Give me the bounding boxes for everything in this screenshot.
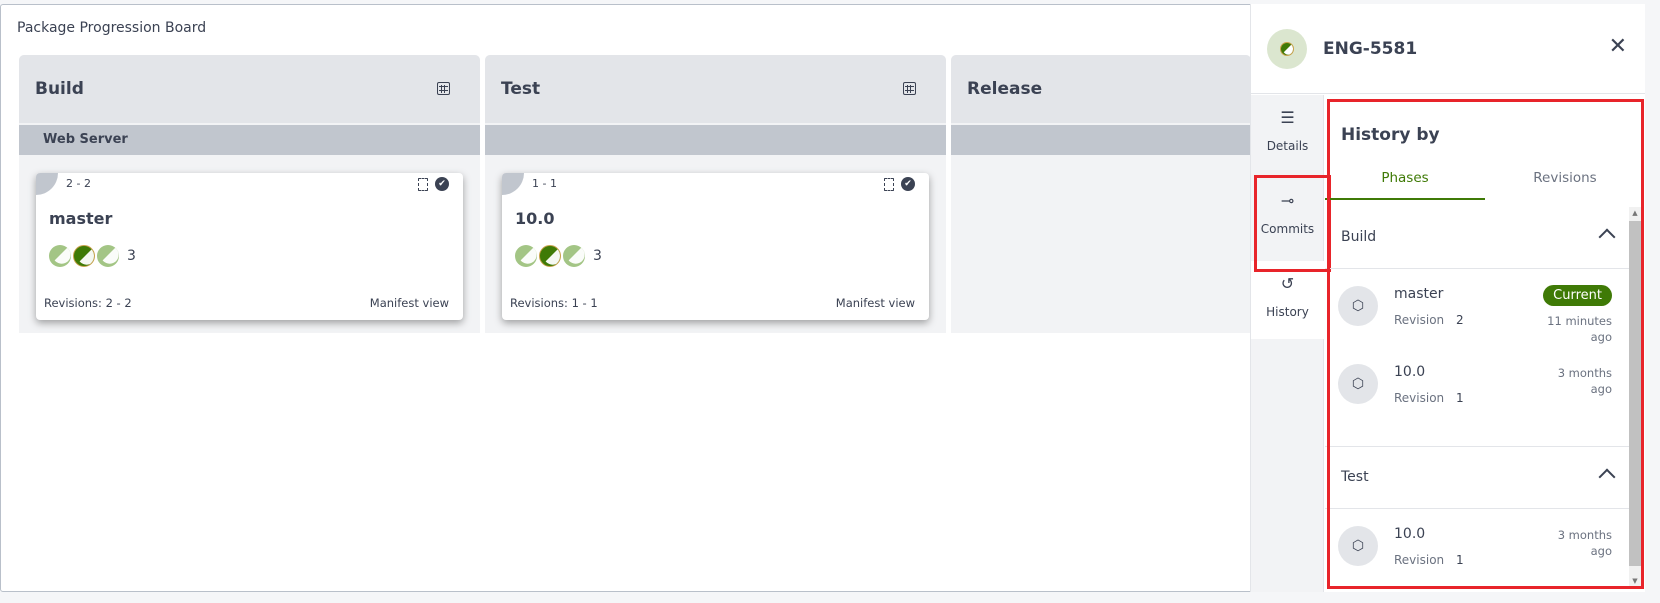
table-view-icon[interactable] (437, 82, 450, 95)
column-test: Test 1 - 1 ✔ 10.0 3 Revisions: 1 - 1 Man… (485, 55, 946, 333)
history-content: History by Phases Revisions Build ⬡ mast… (1325, 95, 1646, 592)
nav-label: Commits (1260, 222, 1315, 236)
history-icon: ↺ (1280, 274, 1295, 293)
nav-item-details[interactable]: ☰ Details (1251, 95, 1324, 173)
panel-header: ENG-5581 ✕ (1251, 4, 1645, 94)
column-header: Build (19, 55, 480, 123)
phase-divider (1325, 425, 1629, 447)
chevron-up-icon[interactable] (1598, 468, 1616, 486)
avatar-count: 3 (593, 248, 602, 264)
scroll-up-arrow-icon[interactable]: ▲ (1629, 207, 1641, 219)
column-build: Build Web Server 2 - 2 ✔ master 3 Revisi… (19, 55, 480, 333)
group-bar (951, 125, 1251, 155)
history-time: 11 minutes (1547, 314, 1612, 328)
card-revisions: Revisions: 2 - 2 (44, 296, 132, 310)
phase-name: Test (1341, 469, 1369, 485)
avatar-count: 3 (127, 248, 136, 264)
revision-number: 1 (1456, 553, 1464, 567)
phase-header-build[interactable]: Build (1325, 207, 1629, 269)
avatar (73, 245, 95, 267)
package-icon: ⬡ (1338, 526, 1378, 566)
revision-label: Revision (1394, 313, 1445, 327)
card-revisions: Revisions: 1 - 1 (510, 296, 598, 310)
avatar-group: 3 (515, 245, 602, 267)
revision-label: Revision (1394, 553, 1445, 567)
history-item-name: master (1394, 286, 1444, 302)
history-time-suffix: ago (1590, 382, 1612, 396)
document-icon[interactable] (884, 178, 894, 191)
chevron-up-icon[interactable] (1598, 228, 1616, 246)
detail-panel: ENG-5581 ✕ ☰ Details ⊸ Commits ↺ History… (1250, 4, 1645, 592)
tab-revisions[interactable]: Revisions (1485, 165, 1645, 200)
document-icon[interactable] (418, 178, 428, 191)
history-tabs: Phases Revisions (1325, 165, 1635, 200)
column-header: Test (485, 55, 946, 123)
check-circle-icon: ✔ (435, 177, 449, 191)
column-header: Release (951, 55, 1251, 123)
phase-name: Build (1341, 229, 1377, 245)
history-time: 3 months (1557, 366, 1612, 380)
nav-label: Details (1266, 139, 1309, 153)
group-label: Web Server (43, 132, 128, 147)
column-release: Release (951, 55, 1251, 333)
revision-number: 2 (1456, 313, 1464, 327)
board-title: Package Progression Board (17, 20, 207, 36)
history-scrollbar[interactable]: ▲ ▼ (1629, 207, 1641, 587)
manifest-view-link[interactable]: Manifest view (370, 296, 449, 310)
tab-phases[interactable]: Phases (1325, 165, 1485, 200)
card-name: 10.0 (515, 209, 555, 228)
history-item-name: 10.0 (1394, 364, 1426, 380)
history-item[interactable]: ⬡ 10.0 Revision 1 3 months ago (1325, 347, 1629, 425)
history-item-name: 10.0 (1394, 526, 1426, 542)
package-card[interactable]: 1 - 1 ✔ 10.0 3 Revisions: 1 - 1 Manifest… (502, 173, 929, 320)
package-icon: ⬡ (1338, 286, 1378, 326)
history-time-suffix: ago (1590, 544, 1612, 558)
history-time: 3 months (1557, 528, 1612, 542)
phase-header-test[interactable]: Test (1325, 447, 1629, 509)
nav-label: History (1266, 305, 1309, 319)
column-title: Test (501, 79, 541, 99)
history-item[interactable]: ⬡ master Revision 2 Current 11 minutes a… (1325, 269, 1629, 347)
history-title: History by (1341, 125, 1440, 145)
nav-item-commits[interactable]: ⊸ Commits (1251, 178, 1324, 256)
manifest-view-link[interactable]: Manifest view (836, 296, 915, 310)
package-avatar (1267, 29, 1307, 69)
check-circle-icon: ✔ (901, 177, 915, 191)
package-icon: ⬡ (1338, 364, 1378, 404)
package-card[interactable]: 2 - 2 ✔ master 3 Revisions: 2 - 2 Manife… (36, 173, 463, 320)
card-name: master (49, 209, 113, 228)
package-status-icon (1280, 42, 1294, 56)
avatar (49, 245, 71, 267)
panel-title: ENG-5581 (1323, 39, 1418, 59)
nav-item-history[interactable]: ↺ History (1251, 261, 1324, 339)
table-view-icon[interactable] (903, 82, 916, 95)
revision-label: Revision (1394, 391, 1445, 405)
card-corner-marker (502, 173, 524, 195)
scroll-thumb[interactable] (1629, 221, 1641, 566)
avatar (97, 245, 119, 267)
history-item[interactable]: ⬡ 10.0 Revision 1 3 months ago (1325, 509, 1629, 587)
revision-number: 1 (1456, 391, 1464, 405)
avatar-group: 3 (49, 245, 136, 267)
group-bar: Web Server (19, 125, 480, 155)
avatar (539, 245, 561, 267)
card-range: 1 - 1 (532, 177, 557, 190)
history-time-suffix: ago (1590, 330, 1612, 344)
history-list: Build ⬡ master Revision 2 Current 11 min… (1325, 207, 1629, 587)
avatar (515, 245, 537, 267)
column-title: Release (967, 79, 1043, 99)
scroll-down-arrow-icon[interactable]: ▼ (1629, 575, 1641, 587)
current-badge: Current (1543, 285, 1612, 306)
card-corner-marker (36, 173, 58, 195)
commit-icon: ⊸ (1280, 191, 1295, 210)
list-icon: ☰ (1280, 108, 1295, 127)
group-bar (485, 125, 946, 155)
panel-nav: ☰ Details ⊸ Commits ↺ History (1251, 95, 1324, 592)
avatar (563, 245, 585, 267)
card-range: 2 - 2 (66, 177, 91, 190)
column-title: Build (35, 79, 84, 99)
close-icon[interactable]: ✕ (1609, 36, 1627, 58)
